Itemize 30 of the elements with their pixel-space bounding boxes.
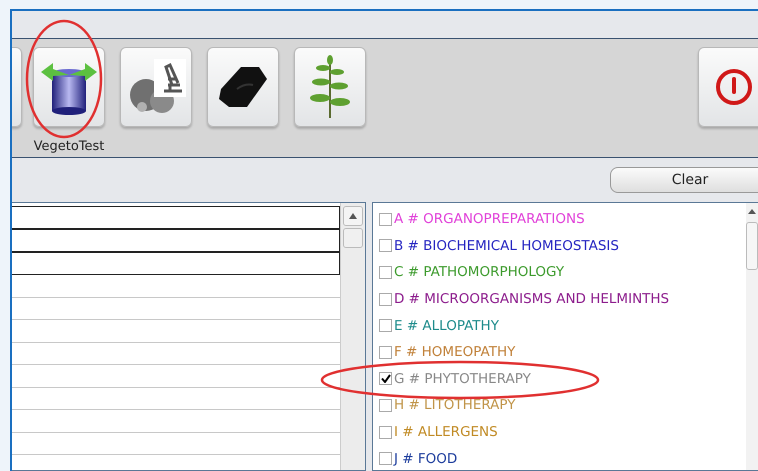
- plant-icon: [310, 54, 350, 120]
- category-label: E # ALLOPATHY: [394, 318, 499, 334]
- category-label: F # HOMEOPATHY: [394, 344, 516, 360]
- power-icon: [714, 67, 754, 107]
- up-arrow-icon: [349, 213, 357, 219]
- clear-button[interactable]: Clear: [610, 167, 758, 193]
- category-label: I # ALLERGENS: [394, 424, 498, 440]
- category-label: A # ORGANOPREPARATIONS: [394, 211, 585, 228]
- scroll-thumb[interactable]: [343, 228, 363, 248]
- category-label: G # PHYTOTHERAPY: [394, 370, 531, 387]
- checkbox[interactable]: [379, 266, 392, 279]
- power-button[interactable]: [698, 47, 758, 127]
- button-label: VegetoTest: [34, 139, 104, 154]
- checkbox[interactable]: [379, 292, 392, 306]
- category-label: J # FOOD: [394, 450, 458, 467]
- category-label: D # MICROORGANISMS AND HELMINTHS: [394, 291, 670, 308]
- scroll-up-icon[interactable]: [748, 209, 756, 214]
- checkbox[interactable]: [379, 212, 392, 226]
- scroll-up-button[interactable]: [343, 206, 363, 226]
- checkbox[interactable]: [379, 239, 392, 252]
- category-label: B # BIOCHEMICAL HOMEOSTASIS: [394, 238, 619, 254]
- checkbox[interactable]: [379, 398, 392, 412]
- category-label: C # PATHOMORPHOLOGY: [394, 264, 564, 280]
- checkbox[interactable]: [379, 346, 392, 359]
- checkbox[interactable]: [379, 452, 392, 466]
- checkbox[interactable]: [379, 319, 392, 332]
- scroll-thumb[interactable]: [746, 222, 758, 270]
- checkbox[interactable]: [379, 426, 392, 439]
- checkbox[interactable]: [379, 372, 392, 386]
- category-label: H # LITOTHERAPY: [394, 397, 516, 414]
